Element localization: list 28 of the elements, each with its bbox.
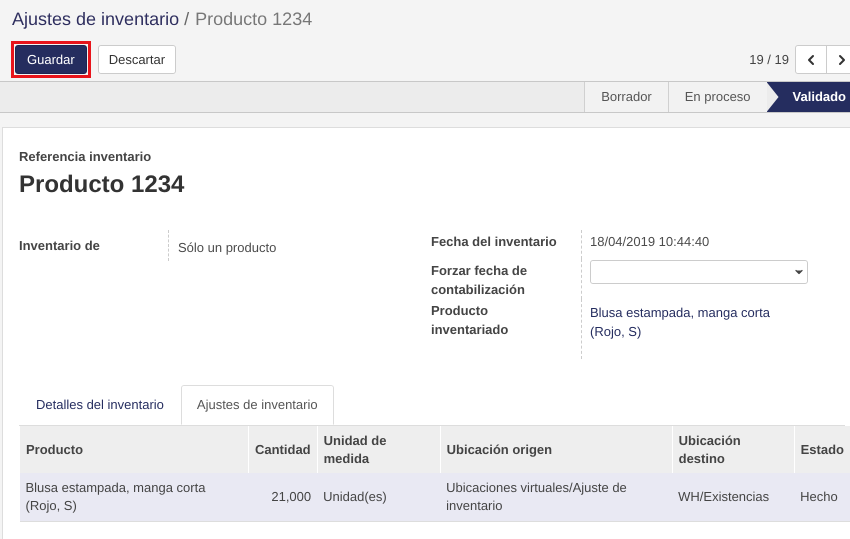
product-link[interactable]: Blusa estampada, manga corta (Rojo, S): [590, 299, 811, 357]
save-button[interactable]: Guardar: [15, 45, 87, 74]
field-value: 18/04/2019 10:44:40: [590, 232, 710, 250]
status-stage[interactable]: En proceso: [668, 82, 767, 112]
pager-counter: 19 / 19: [749, 50, 789, 69]
status-stage[interactable]: Validado: [766, 82, 850, 112]
form-tab[interactable]: Ajustes de inventario: [180, 385, 334, 425]
reference-label: Referencia inventario: [19, 148, 152, 166]
table-cell: Hecho: [794, 473, 850, 521]
table-cell: WH/Existencias: [672, 473, 794, 521]
form-tab[interactable]: Detalles del inventario: [19, 385, 181, 425]
breadcrumb-separator: /: [184, 8, 190, 31]
field-label: Inventario de: [19, 236, 101, 254]
table-cell: Unidad(es): [317, 473, 440, 521]
record-title: Producto 1234: [19, 170, 186, 200]
field-label: Fecha del inventario: [431, 232, 558, 250]
field-label: Producto inventariado: [431, 302, 510, 339]
next-button[interactable]: [826, 45, 850, 74]
status-stage[interactable]: Borrador: [584, 82, 668, 112]
field-value: Sólo un producto: [168, 230, 276, 261]
field-label: Forzar fecha de contabilización: [431, 262, 528, 299]
table-cell: Blusa estampada, manga corta (Rojo, S): [20, 473, 248, 521]
previous-button[interactable]: [795, 45, 827, 74]
table-cell: Ubicaciones virtuales/Ajuste de inventario: [440, 473, 672, 521]
breadcrumb-link[interactable]: Ajustes de inventario: [12, 7, 180, 31]
breadcrumb-current: Producto 1234: [195, 8, 312, 31]
discard-button[interactable]: Descartar: [98, 45, 176, 74]
table-cell: 21,000: [248, 473, 318, 521]
